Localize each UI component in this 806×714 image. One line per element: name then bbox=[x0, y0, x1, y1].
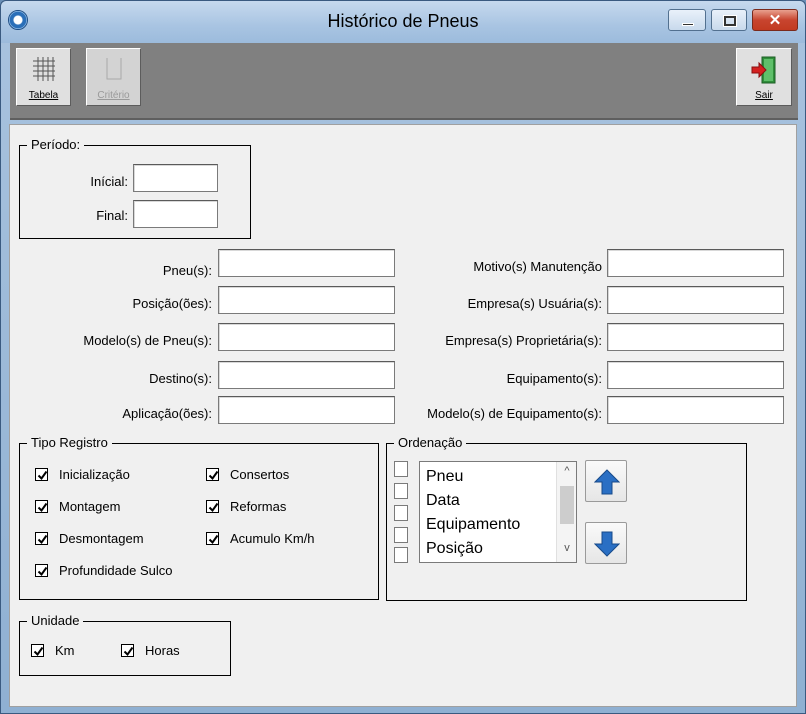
criteria-icon bbox=[106, 58, 121, 80]
modelo-equipamento-label: Modelo(s) de Equipamento(s): bbox=[427, 406, 602, 421]
ordenacao-select-box-5[interactable] bbox=[394, 547, 408, 563]
close-button[interactable]: ✕ bbox=[752, 9, 798, 31]
list-item[interactable]: Posição bbox=[426, 539, 483, 559]
final-date-input[interactable] bbox=[133, 200, 218, 228]
checkbox-box[interactable] bbox=[121, 644, 134, 657]
modelo-equipamento-input[interactable] bbox=[607, 396, 784, 424]
checkbox-box[interactable] bbox=[35, 500, 48, 513]
horas-label: Horas bbox=[145, 643, 180, 658]
ordenacao-select-box-2[interactable] bbox=[394, 483, 408, 499]
ordenacao-listbox[interactable]: Pneu Data Equipamento Posição ^ v bbox=[419, 461, 577, 563]
motivo-manutencao-input[interactable] bbox=[607, 249, 784, 277]
checkbox-box[interactable] bbox=[35, 564, 48, 577]
checkmark-icon bbox=[123, 646, 134, 657]
ordenacao-select-box-1[interactable] bbox=[394, 461, 408, 477]
acumulo-kmh-label: Acumulo Km/h bbox=[230, 531, 315, 546]
exit-door-icon bbox=[751, 56, 776, 84]
reformas-label: Reformas bbox=[230, 499, 287, 514]
unidade-legend: Unidade bbox=[27, 613, 84, 629]
checkmark-icon bbox=[37, 502, 48, 513]
inicializacao-label: Inicialização bbox=[59, 467, 130, 482]
tabela-label: Tabela bbox=[28, 90, 59, 101]
checkmark-icon bbox=[208, 534, 219, 545]
equipamento-input[interactable] bbox=[607, 361, 784, 389]
sair-label: Sair bbox=[755, 90, 773, 101]
maximize-icon bbox=[724, 16, 736, 26]
checkbox-box[interactable] bbox=[206, 500, 219, 513]
montagem-label: Montagem bbox=[59, 499, 121, 514]
ordenacao-select-box-4[interactable] bbox=[394, 527, 408, 543]
posicao-label: Posição(ões): bbox=[132, 296, 212, 311]
empresa-usuaria-label: Empresa(s) Usuária(s): bbox=[467, 296, 602, 311]
pneu-label: Pneu(s): bbox=[162, 263, 212, 278]
arrow-up-icon bbox=[594, 469, 620, 495]
minimize-icon bbox=[682, 23, 694, 26]
inicial-label: Inícial: bbox=[90, 174, 128, 189]
listbox-scrollbar[interactable]: ^ v bbox=[556, 462, 576, 562]
tabela-button[interactable]: Tabela bbox=[16, 48, 71, 106]
checkbox-box[interactable] bbox=[206, 468, 219, 481]
checkmark-icon bbox=[208, 470, 219, 481]
pneu-input[interactable] bbox=[218, 249, 395, 277]
checkbox-box[interactable] bbox=[31, 644, 44, 657]
periodo-legend: Período: bbox=[27, 137, 85, 153]
tipo-registro-legend: Tipo Registro bbox=[27, 435, 112, 451]
checkmark-icon bbox=[37, 534, 48, 545]
scrollbar-thumb[interactable] bbox=[560, 486, 574, 524]
desmontagem-label: Desmontagem bbox=[59, 531, 144, 546]
criterio-button[interactable]: Critério bbox=[86, 48, 141, 106]
arrow-down-icon bbox=[594, 531, 620, 557]
equipamento-label: Equipamento(s): bbox=[506, 371, 602, 386]
criterio-label: Critério bbox=[97, 90, 130, 101]
list-item[interactable]: Equipamento bbox=[426, 515, 520, 535]
minimize-button[interactable] bbox=[668, 9, 706, 31]
sair-button[interactable]: Sair bbox=[736, 48, 792, 106]
final-label: Final: bbox=[96, 208, 128, 223]
toolbar: Tabela Critério Sair bbox=[10, 43, 798, 120]
modelo-pneu-input[interactable] bbox=[218, 323, 395, 351]
list-item[interactable]: Data bbox=[426, 491, 460, 511]
scroll-down-arrow-icon[interactable]: v bbox=[557, 542, 577, 554]
checkbox-box[interactable] bbox=[35, 532, 48, 545]
empresa-proprietaria-label: Empresa(s) Proprietária(s): bbox=[445, 333, 602, 348]
modelo-pneu-label: Modelo(s) de Pneu(s): bbox=[83, 333, 212, 348]
move-up-button[interactable] bbox=[585, 460, 627, 502]
empresa-usuaria-input[interactable] bbox=[607, 286, 784, 314]
close-icon: ✕ bbox=[768, 12, 782, 29]
checkmark-icon bbox=[208, 502, 219, 513]
checkmark-icon bbox=[37, 566, 48, 577]
destino-label: Destino(s): bbox=[149, 371, 212, 386]
consertos-label: Consertos bbox=[230, 467, 290, 482]
scroll-up-arrow-icon[interactable]: ^ bbox=[557, 465, 577, 477]
title-bar[interactable]: Histórico de Pneus ✕ bbox=[1, 1, 805, 43]
inicial-date-input[interactable] bbox=[133, 164, 218, 192]
list-item[interactable]: Pneu bbox=[426, 467, 463, 487]
destino-input[interactable] bbox=[218, 361, 395, 389]
checkbox-box[interactable] bbox=[206, 532, 219, 545]
motivo-manutencao-label: Motivo(s) Manutenção bbox=[473, 259, 602, 274]
maximize-button[interactable] bbox=[711, 9, 747, 31]
aplicacao-label: Aplicação(ões): bbox=[122, 406, 212, 421]
empresa-proprietaria-input[interactable] bbox=[607, 323, 784, 351]
move-down-button[interactable] bbox=[585, 522, 627, 564]
aplicacao-input[interactable] bbox=[218, 396, 395, 424]
profundidade-sulco-label: Profundidade Sulco bbox=[59, 563, 173, 578]
km-label: Km bbox=[55, 643, 75, 658]
ordenacao-legend: Ordenação bbox=[394, 435, 467, 451]
ordenacao-select-box-3[interactable] bbox=[394, 505, 408, 521]
posicao-input[interactable] bbox=[218, 286, 395, 314]
checkmark-icon bbox=[33, 646, 44, 657]
checkmark-icon bbox=[37, 470, 48, 481]
grid-icon bbox=[32, 57, 55, 81]
checkbox-box[interactable] bbox=[35, 468, 48, 481]
